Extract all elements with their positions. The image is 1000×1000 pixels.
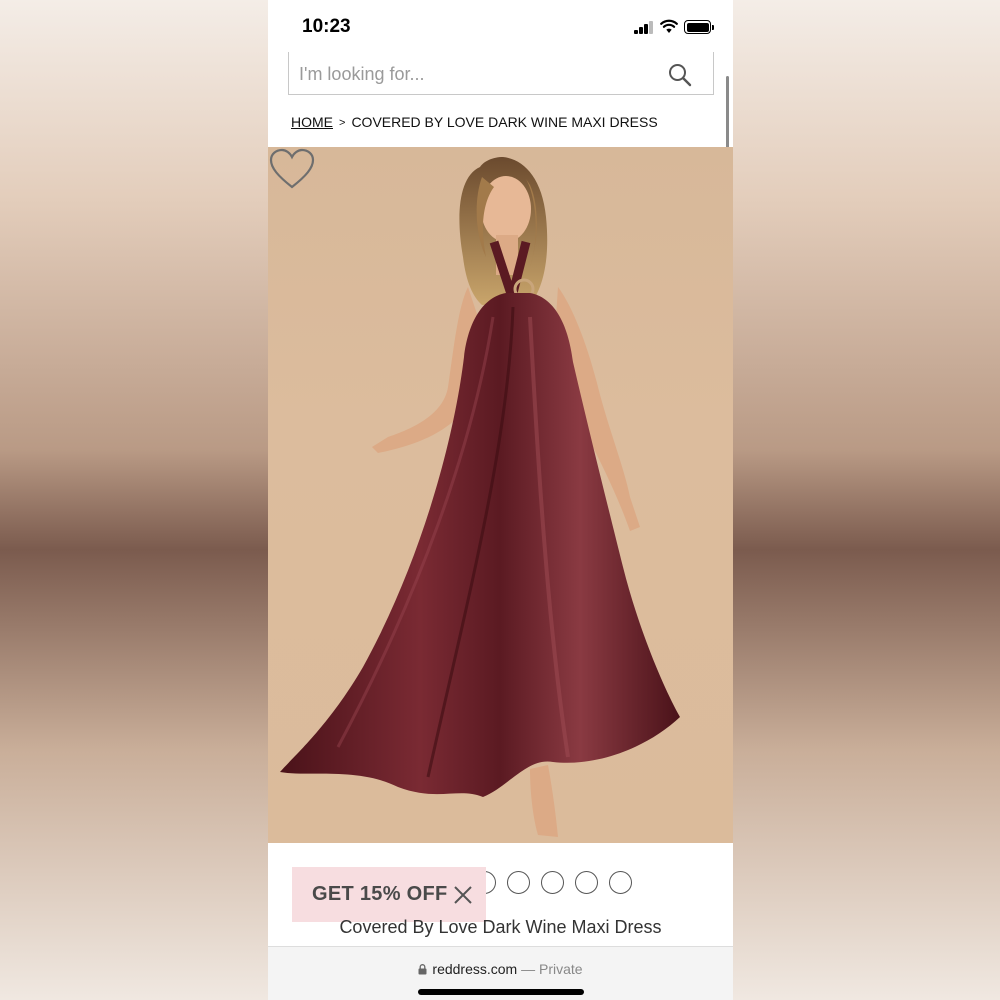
search-input[interactable] xyxy=(299,60,649,88)
signal-icon xyxy=(634,21,654,34)
product-image[interactable] xyxy=(268,147,733,843)
status-time: 10:23 xyxy=(302,16,351,37)
carousel-dot[interactable] xyxy=(609,871,632,894)
breadcrumb-current: COVERED BY LOVE DARK WINE MAXI DRESS xyxy=(351,114,658,130)
status-bar: 10:23 xyxy=(268,0,733,54)
wifi-icon xyxy=(660,19,678,33)
product-title: Covered By Love Dark Wine Maxi Dress xyxy=(339,917,662,937)
breadcrumb-separator: > xyxy=(339,117,346,129)
breadcrumb-home-link[interactable]: HOME xyxy=(291,114,333,130)
promo-banner[interactable]: GET 15% OFF xyxy=(292,867,486,922)
url-domain: reddress.com xyxy=(432,961,518,977)
carousel-dot[interactable] xyxy=(541,871,564,894)
lock-icon xyxy=(418,964,427,975)
url-display[interactable]: reddress.com — Private xyxy=(268,961,733,977)
promo-label[interactable]: GET 15% OFF xyxy=(312,883,448,906)
carousel-dot[interactable] xyxy=(507,871,530,894)
carousel-dot[interactable] xyxy=(575,871,598,894)
phone-screen: 10:23 HOME > COVERED BY LOVE DARK WINE MAX… xyxy=(268,0,733,1000)
search-bar xyxy=(288,52,714,95)
dress-illustration xyxy=(280,157,680,837)
breadcrumb: HOME > COVERED BY LOVE DARK WINE MAXI DRES… xyxy=(291,114,658,130)
search-icon[interactable] xyxy=(667,62,693,88)
private-mode-label: — Private xyxy=(521,961,583,977)
battery-icon xyxy=(684,20,714,34)
heart-icon[interactable] xyxy=(268,147,316,191)
blurred-background-left xyxy=(0,0,268,1000)
home-indicator[interactable] xyxy=(418,989,584,995)
blurred-background-right xyxy=(733,0,1000,1000)
close-icon[interactable] xyxy=(452,884,474,906)
